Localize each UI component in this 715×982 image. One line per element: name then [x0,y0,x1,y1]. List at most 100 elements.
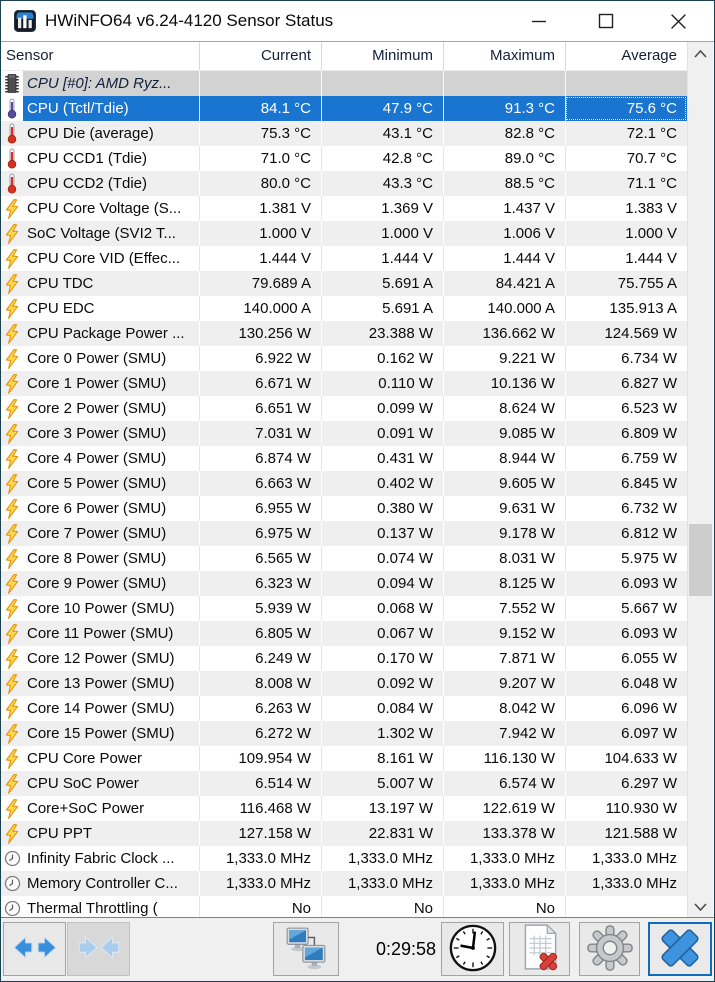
sensor-row[interactable]: Infinity Fabric Clock ... 1,333.0 MHz 1,33… [1,846,687,871]
sensor-value: 0.170 W [321,646,443,671]
sensor-row[interactable]: Core 6 Power (SMU) 6.955 W 0.380 W 9.631 W6… [1,496,687,521]
sensor-value: 84.421 A [443,271,565,296]
settings-button[interactable] [579,922,640,976]
collapse-columns-button[interactable] [67,922,130,976]
sensor-label: CPU CCD2 (Tdie) [27,175,148,192]
sensor-row[interactable]: Core 0 Power (SMU) 6.922 W 0.162 W 9.221 W6… [1,346,687,371]
sensor-value: 8.008 W [199,671,321,696]
remote-monitoring-button[interactable] [273,922,339,976]
sensor-value: 130.256 W [199,321,321,346]
sensor-row[interactable]: Core 9 Power (SMU) 6.323 W 0.094 W 8.125 W6… [1,571,687,596]
sensor-row[interactable]: Core 15 Power (SMU) 6.272 W 1.302 W 7.942 W… [1,721,687,746]
sensor-row[interactable]: CPU (Tctl/Tdie) 84.1 °C 47.9 °C 91.3 °C 75.6… [1,96,687,121]
expand-columns-button[interactable] [3,922,66,976]
sensor-row[interactable]: Core 2 Power (SMU) 6.651 W 0.099 W 8.624 W6… [1,396,687,421]
sensor-row[interactable]: CPU PPT 127.158 W 22.831 W 133.378 W 121.588… [1,821,687,846]
sensor-row[interactable]: Thermal Throttling (No No No [1,896,687,919]
sensor-label: Core 4 Power (SMU) [27,450,167,467]
chip-icon [1,71,23,96]
sensor-row[interactable]: CPU CCD1 (Tdie) 71.0 °C 42.8 °C 89.0 °C 70.7… [1,146,687,171]
vertical-scrollbar[interactable] [687,42,713,919]
sensor-row[interactable]: Core 3 Power (SMU) 7.031 W 0.091 W 9.085 W6… [1,421,687,446]
sensor-value: 88.5 °C [443,171,565,196]
scrollbar-thumb[interactable] [689,524,712,596]
lightning-icon [1,646,23,671]
logging-button[interactable] [509,922,570,976]
sensor-value: 70.7 °C [565,146,687,171]
sensor-group-row[interactable]: CPU [#0]: AMD Ryz... [1,71,687,96]
sensor-row[interactable]: CPU Die (average) 75.3 °C 43.1 °C 82.8 °C 72… [1,121,687,146]
sensor-row[interactable]: Core 1 Power (SMU) 6.671 W 0.110 W 10.136 W… [1,371,687,396]
sensor-row[interactable]: Core 10 Power (SMU) 5.939 W 0.068 W 7.552 W… [1,596,687,621]
minimize-button[interactable] [514,1,564,41]
sensor-row[interactable]: Core 7 Power (SMU) 6.975 W 0.137 W 9.178 W6… [1,521,687,546]
sensor-row[interactable]: CPU Core VID (Effec... 1.444 V 1.444 V 1.44… [1,246,687,271]
sensor-row[interactable]: Core 5 Power (SMU) 6.663 W 0.402 W 9.605 W6… [1,471,687,496]
sensor-value: 104.633 W [565,746,687,771]
sensor-value: 23.388 W [321,321,443,346]
sensor-value: 9.605 W [443,471,565,496]
sensor-row[interactable]: Memory Controller C... 1,333.0 MHz 1,333.0… [1,871,687,896]
sensor-value: 5.691 A [321,296,443,321]
sensor-row[interactable]: CPU SoC Power 6.514 W 5.007 W 6.574 W 6.297 … [1,771,687,796]
sensor-value: 42.8 °C [321,146,443,171]
report-cancel-icon [517,923,563,976]
sensor-value: 8.161 W [321,746,443,771]
expand-arrows-icon [12,934,58,964]
sensor-value: 0.091 W [321,421,443,446]
sensor-row[interactable]: Core+SoC Power 116.468 W 13.197 W 122.619 W… [1,796,687,821]
lightning-icon [1,821,23,846]
sensor-row[interactable]: CPU Package Power ... 130.256 W 23.388 W 13… [1,321,687,346]
gear-icon [586,924,634,975]
sensor-row[interactable]: CPU CCD2 (Tdie) 80.0 °C 43.3 °C 88.5 °C 71.1… [1,171,687,196]
sensor-row[interactable]: Core 4 Power (SMU) 6.874 W 0.431 W 8.944 W6… [1,446,687,471]
hwinfo-app-icon[interactable] [14,10,36,32]
column-header-current[interactable]: Current [199,42,321,70]
sensor-value: 1,333.0 MHz [565,846,687,871]
sensor-value: 133.378 W [443,821,565,846]
sensor-row[interactable]: Core 8 Power (SMU) 6.565 W 0.074 W 8.031 W5… [1,546,687,571]
bottom-toolbar: 0:29:58 [1,917,714,981]
scroll-down-icon[interactable] [688,895,713,919]
column-header-average[interactable]: Average [565,42,687,70]
sensor-row[interactable]: CPU EDC 140.000 A 5.691 A 140.000 A 135.913 … [1,296,687,321]
scroll-up-icon[interactable] [688,42,713,66]
sensor-value: 1,333.0 MHz [443,871,565,896]
sensor-value: 1,333.0 MHz [321,871,443,896]
column-header-maximum[interactable]: Maximum [443,42,565,70]
sensor-value: 6.809 W [565,421,687,446]
close-window-button[interactable] [653,1,703,41]
column-header-sensor[interactable]: Sensor [1,42,199,70]
sensor-label: Core 8 Power (SMU) [27,550,167,567]
sensor-value: 7.942 W [443,721,565,746]
sensor-label: Core 5 Power (SMU) [27,475,167,492]
sensor-row[interactable]: Core 12 Power (SMU) 6.249 W 0.170 W 7.871 W… [1,646,687,671]
sensor-row[interactable]: CPU TDC 79.689 A 5.691 A 84.421 A 75.755 A [1,271,687,296]
sensor-value: 121.588 W [565,821,687,846]
sensor-row[interactable]: SoC Voltage (SVI2 T... 1.000 V 1.000 V 1.00… [1,221,687,246]
clock-button[interactable] [441,922,504,976]
sensor-value: 9.631 W [443,496,565,521]
sensor-row[interactable]: Core 11 Power (SMU) 6.805 W 0.067 W 9.152 W… [1,621,687,646]
maximize-button[interactable] [581,1,631,41]
sensor-value: 0.074 W [321,546,443,571]
sensor-value: 140.000 A [443,296,565,321]
thermometer-red-icon [1,121,23,146]
dual-monitors-icon [285,926,327,973]
sensor-label: CPU Core VID (Effec... [27,250,181,267]
title-bar[interactable]: HWiNFO64 v6.24-4120 Sensor Status [1,1,714,42]
sensor-row[interactable]: Core 14 Power (SMU) 6.263 W 0.084 W 8.042 W… [1,696,687,721]
sensor-value: 71.0 °C [199,146,321,171]
sensor-row[interactable]: CPU Core Power 109.954 W 8.161 W 116.130 W1… [1,746,687,771]
column-header-minimum[interactable]: Minimum [321,42,443,70]
clock-icon [1,846,23,871]
sensor-value: 6.249 W [199,646,321,671]
sensor-value: 5.667 W [565,596,687,621]
sensor-value: 116.468 W [199,796,321,821]
sensor-value: 47.9 °C [321,96,443,121]
sensor-row[interactable]: CPU Core Voltage (S... 1.381 V 1.369 V 1.43… [1,196,687,221]
sensor-row[interactable]: Core 13 Power (SMU) 8.008 W 0.092 W 9.207 W… [1,671,687,696]
sensor-value: 9.085 W [443,421,565,446]
close-button[interactable] [648,922,712,976]
sensor-label: Core 12 Power (SMU) [27,650,175,667]
